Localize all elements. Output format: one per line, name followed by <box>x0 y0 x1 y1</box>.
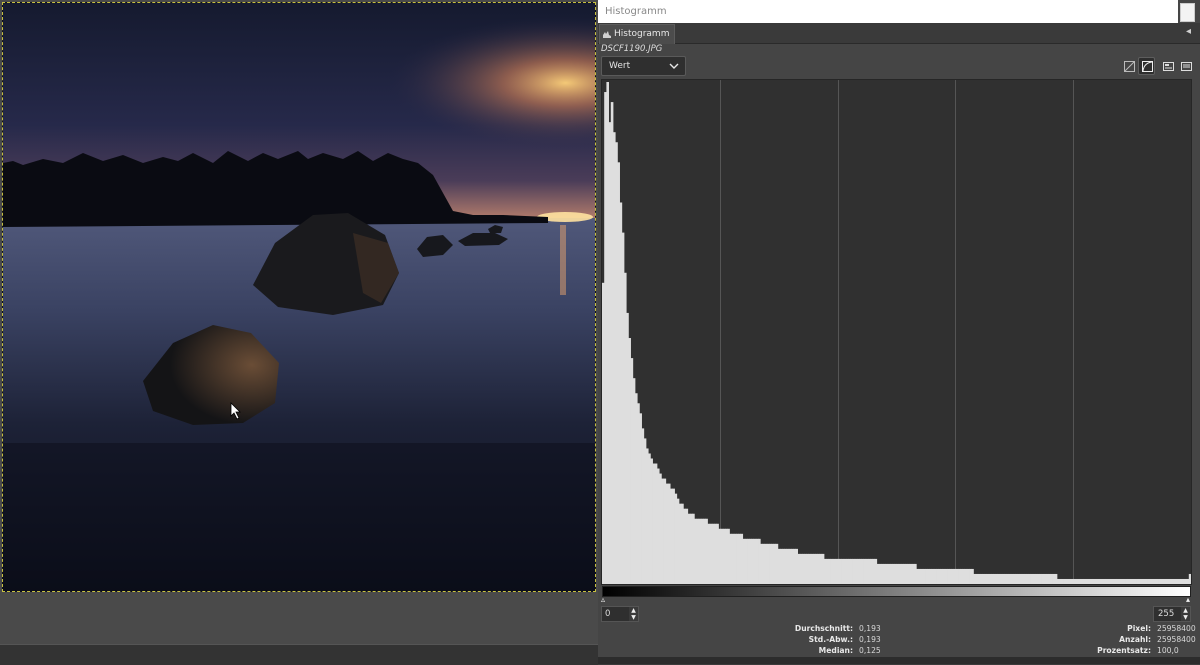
range-max-handle[interactable]: ▴ <box>1186 595 1190 604</box>
dock-tab-strip: Histogramm ◂ <box>598 23 1200 44</box>
photo-preview[interactable] <box>2 2 596 592</box>
histogram-bar <box>1188 573 1191 584</box>
range-min-handle[interactable]: ▵ <box>601 595 605 604</box>
canvas-status-bar <box>0 644 598 665</box>
stat-row-pixels: Pixel: 25958400 <box>1127 624 1196 633</box>
close-tab-icon[interactable]: ◂ <box>1186 27 1191 37</box>
spinner-arrows[interactable]: ▲ ▼ <box>629 607 638 621</box>
logarithmic-scale-button[interactable] <box>1138 57 1155 75</box>
chevron-down-icon <box>669 63 679 69</box>
channel-dropdown[interactable]: Wert <box>601 56 686 76</box>
range-max-value: 255 <box>1158 609 1175 619</box>
panel-menu-button[interactable] <box>1177 57 1194 75</box>
histogram-dock: Histogramm Histogramm ◂ DSCF1190.JPG Wer… <box>598 0 1200 664</box>
range-min-spinner[interactable]: 0 ▲ ▼ <box>601 606 639 622</box>
panel-layout-icon <box>1163 62 1174 71</box>
spinner-arrows[interactable]: ▲ ▼ <box>1181 607 1190 621</box>
range-min-value: 0 <box>605 609 611 619</box>
linear-scale-button[interactable] <box>1120 57 1137 75</box>
stat-row-count: Anzahl: 25958400 <box>1119 635 1196 644</box>
panel-menu-icon <box>1181 62 1192 71</box>
tab-label: Histogramm <box>614 29 670 39</box>
dock-window-button[interactable] <box>1180 3 1195 22</box>
tab-histogram[interactable]: Histogramm <box>599 24 676 44</box>
channel-value: Wert <box>609 61 631 71</box>
histogram-chart <box>602 80 1191 584</box>
mouse-pointer-icon <box>230 402 241 420</box>
stat-row-std-dev: Std.-Abw.: 0,193 <box>808 635 881 644</box>
statistics-left: Durchschnitt: 0,193 Std.-Abw.: 0,193 Media… <box>748 623 881 656</box>
value-gradient-bar[interactable] <box>602 586 1191 597</box>
dock-title-bar[interactable]: Histogramm <box>598 0 1178 23</box>
linear-scale-icon <box>1124 61 1135 72</box>
stat-row-median: Median: 0,125 <box>818 646 881 655</box>
stat-row-percentage: Prozentsatz: 100,0 <box>1097 646 1179 655</box>
histogram-view[interactable] <box>601 79 1192 585</box>
stat-row-mean: Durchschnitt: 0,193 <box>794 624 881 633</box>
photo-image <box>3 3 595 591</box>
panel-layout-button[interactable] <box>1159 57 1176 75</box>
statistics-right: Pixel: 25958400 Anzahl: 25958400 Prozentsa… <box>1053 623 1196 656</box>
image-filename: DSCF1190.JPG <box>601 44 663 54</box>
image-canvas[interactable] <box>0 0 598 665</box>
histogram-icon <box>603 31 611 38</box>
dock-bottom-edge <box>598 657 1200 664</box>
range-max-spinner[interactable]: 255 ▲ ▼ <box>1153 606 1191 622</box>
logarithmic-scale-icon <box>1142 61 1153 72</box>
dock-title: Histogramm <box>605 6 667 17</box>
